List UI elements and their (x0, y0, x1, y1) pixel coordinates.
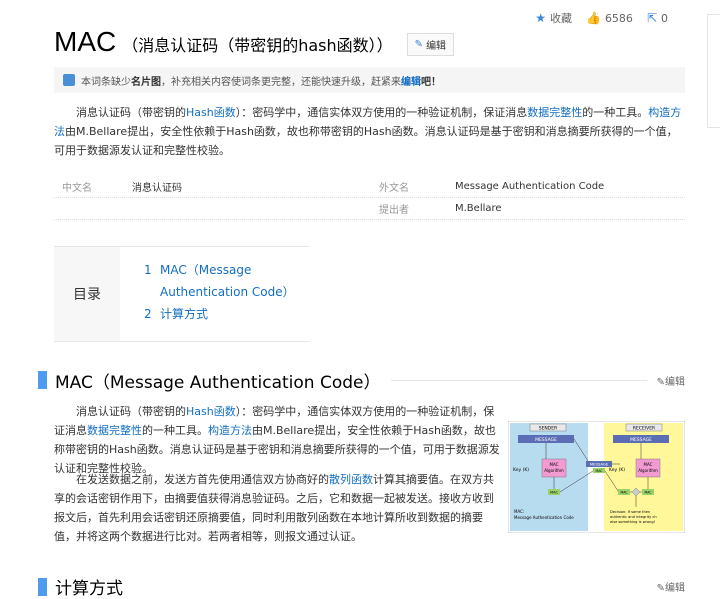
mac-diagram-image: SENDER RECEIVER MESSAGE MESSAGE Key (K) … (508, 421, 685, 533)
like-button[interactable]: 👍 6586 (586, 11, 633, 25)
info-row: 提出者 M.Bellare (54, 198, 685, 220)
toc-item-1-cont[interactable]: Authentication Code） (144, 281, 295, 303)
link-integrity[interactable]: 数据完整性 (87, 424, 142, 437)
svg-text:Key (K): Key (K) (513, 467, 529, 473)
toc-label: 目录 (54, 247, 120, 341)
section-marker (38, 371, 47, 389)
notice-edit-link[interactable]: 编辑 (401, 73, 421, 88)
svg-text:MESSAGE: MESSAGE (535, 437, 557, 443)
svg-text:MAC: MAC (550, 491, 558, 495)
top-actions: ★ 收藏 👍 6586 ⇱ 0 (535, 10, 668, 26)
page-title: MAC （消息认证码（带密钥的hash函数）） ✎ 编辑 (54, 26, 455, 60)
share-icon: ⇱ (646, 11, 657, 25)
svg-text:else something is wrong!: else something is wrong! (610, 520, 655, 524)
pencil-icon: ✎ (414, 39, 424, 50)
svg-text:Algorithm: Algorithm (544, 468, 564, 473)
svg-text:MESSAGE: MESSAGE (630, 437, 652, 443)
link-integrity[interactable]: 数据完整性 (527, 106, 582, 119)
favorite-button[interactable]: ★ 收藏 (535, 10, 572, 26)
section-heading-mac: MAC（Message Authentication Code） ✎编辑 (38, 368, 685, 393)
section-marker (38, 577, 47, 596)
missing-image-notice: 本词条缺少 名片图 ，补充相关内容使词条更完整，还能快速升级，赶紧来 编辑 吧！ (54, 67, 685, 93)
link-hash[interactable]: Hash函数 (186, 106, 236, 119)
svg-text:SENDER: SENDER (539, 426, 558, 432)
thumbs-up-icon: 👍 (585, 11, 601, 25)
svg-text:MAC:: MAC: (514, 509, 524, 514)
link-construction[interactable]: 构造方法 (208, 424, 252, 437)
svg-text:MAC: MAC (550, 462, 559, 467)
side-panel-edge (707, 14, 720, 128)
intro-paragraph: 消息认证码（带密钥的Hash函数）：密码学中，通信实体双方使用的一种验证机制，保… (54, 106, 682, 157)
section-paragraph-1: 消息认证码（带密钥的Hash函数）：密码学中，通信实体双方使用的一种验证机制，保… (54, 405, 500, 475)
star-icon: ★ (535, 11, 546, 25)
svg-text:MAC: MAC (644, 491, 652, 495)
section-edit-button[interactable]: ✎编辑 (657, 579, 685, 594)
edit-title-button[interactable]: ✎ 编辑 (406, 33, 455, 56)
toc-item-2[interactable]: 2 计算方式 (144, 303, 295, 325)
pencil-icon: ✎ (656, 376, 665, 388)
toc-item-1[interactable]: 1 MAC（Message (144, 259, 295, 281)
link-hash-function[interactable]: 散列函数 (329, 473, 373, 486)
svg-text:MAC: MAC (644, 462, 653, 467)
basic-info-table: 中文名 消息认证码 外文名 Message Authentication Cod… (54, 176, 685, 220)
svg-text:MAC: MAC (620, 491, 628, 495)
svg-text:Algorithm: Algorithm (638, 468, 658, 473)
title-main: MAC (54, 26, 117, 57)
link-hash[interactable]: Hash函数 (186, 405, 236, 418)
section-heading-calc: 计算方式 ✎编辑 (38, 574, 685, 599)
svg-text:MESSAGE: MESSAGE (590, 462, 609, 467)
notice-pencil-icon (63, 74, 75, 86)
share-button[interactable]: ⇱ 0 (647, 11, 668, 25)
title-subtitle: （消息认证码（带密钥的hash函数）） (122, 36, 393, 55)
table-of-contents: 目录 1 MAC（Message Authentication Code） 2 计算… (54, 246, 309, 342)
svg-text:MAC: MAC (595, 469, 603, 473)
svg-text:RECEIVER: RECEIVER (633, 426, 655, 432)
svg-text:authentic and integrity ch: authentic and integrity ch (610, 515, 657, 519)
section-paragraph-2: 在发送数据之前，发送方首先使用通信双方协商好的散列函数计算其摘要值。在双方共享的… (54, 473, 494, 543)
svg-text:Decision: If same then: Decision: If same then (610, 510, 650, 514)
pencil-icon: ✎ (656, 583, 665, 594)
info-row: 中文名 消息认证码 外文名 Message Authentication Cod… (54, 176, 685, 198)
svg-text:Key (K): Key (K) (609, 467, 625, 473)
section-edit-button[interactable]: ✎编辑 (657, 373, 685, 388)
svg-text:Message Authentication Code: Message Authentication Code (514, 515, 574, 520)
